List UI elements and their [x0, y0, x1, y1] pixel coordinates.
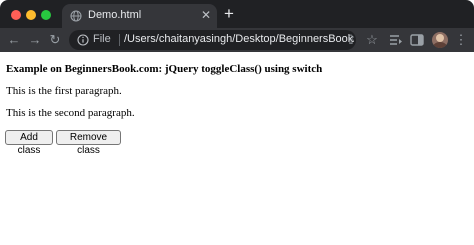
address-divider	[119, 34, 120, 46]
tab-strip: Demo.html ✕ +	[0, 0, 474, 28]
menu-kebab-icon[interactable]: ⋮	[453, 32, 469, 48]
maximize-window-button[interactable]	[41, 10, 51, 20]
back-arrow-icon[interactable]: ←	[6, 32, 22, 48]
reload-icon[interactable]: ↻	[47, 32, 63, 48]
forward-arrow-icon[interactable]: →	[27, 32, 43, 48]
bookmark-star-icon[interactable]: ☆	[364, 32, 380, 48]
close-tab-icon[interactable]: ✕	[201, 7, 211, 23]
profile-avatar[interactable]	[432, 32, 448, 48]
browser-window: Demo.html ✕ + ← → ↻ File /Users/chaitany…	[0, 0, 474, 245]
first-paragraph: This is the first paragraph.	[6, 85, 122, 97]
address-bar[interactable]: File /Users/chaitanyasingh/Desktop/Begin…	[69, 30, 356, 50]
minimize-window-button[interactable]	[26, 10, 36, 20]
page-content: Example on BeginnersBook.com: jQuery tog…	[0, 52, 474, 245]
url-scheme-label: File	[93, 33, 111, 45]
tab-demo[interactable]: Demo.html ✕	[62, 4, 217, 28]
browser-toolbar: ← → ↻ File /Users/chaitanyasingh/Desktop…	[0, 28, 474, 52]
second-paragraph: This is the second paragraph.	[6, 107, 135, 119]
globe-icon	[70, 10, 82, 22]
remove-class-button[interactable]: Remove class	[56, 130, 121, 156]
share-icon[interactable]: ⇪	[343, 32, 359, 48]
reading-list-icon[interactable]	[388, 32, 404, 48]
side-panel-icon[interactable]	[409, 32, 425, 48]
url-text[interactable]: /Users/chaitanyasingh/Desktop/BeginnersB…	[124, 33, 354, 45]
info-icon[interactable]	[77, 34, 89, 46]
page-heading: Example on BeginnersBook.com: jQuery tog…	[6, 63, 323, 75]
close-window-button[interactable]	[11, 10, 21, 20]
add-class-button[interactable]: Add class	[5, 130, 53, 156]
new-tab-button[interactable]: +	[224, 4, 234, 24]
tab-title: Demo.html	[88, 9, 142, 21]
